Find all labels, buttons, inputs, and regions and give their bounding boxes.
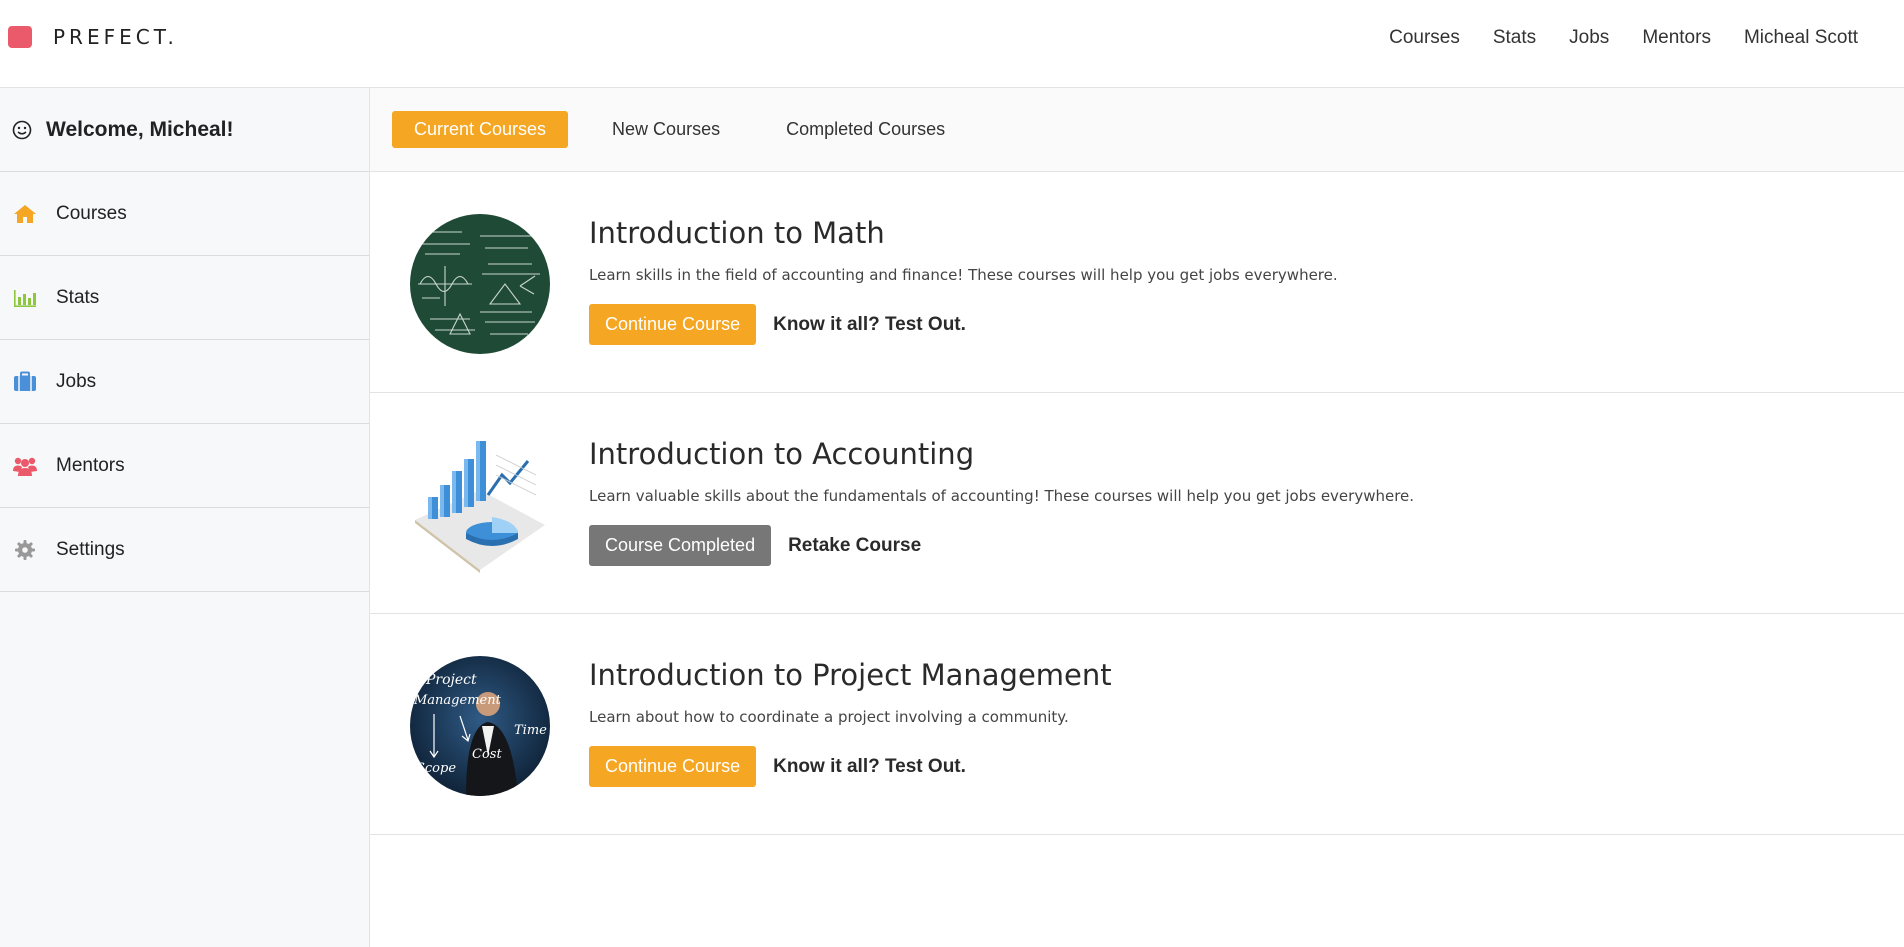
sidebar-item-label: Mentors [56,454,125,476]
course-info: Introduction to Math Learn skills in the… [589,216,1338,345]
gear-icon [12,538,38,562]
course-info: Introduction to Project Management Learn… [589,658,1112,787]
sidebar-item-label: Stats [56,286,100,308]
users-icon [12,454,38,478]
sidebar-item-stats[interactable]: Stats [0,256,369,340]
thumb-word-time: Time [514,723,547,738]
test-out-link[interactable]: Know it all? Test Out. [773,314,966,336]
sidebar-item-settings[interactable]: Settings [0,508,369,592]
course-description: Learn about how to coordinate a project … [589,708,1069,726]
test-out-link[interactable]: Know it all? Test Out. [773,756,966,778]
sidebar-item-label: Jobs [56,370,97,392]
tab-completed-courses[interactable]: Completed Courses [764,111,967,148]
home-icon [12,202,38,226]
course-description: Learn valuable skills about the fundamen… [589,487,1415,505]
top-nav: Courses Stats Jobs Mentors Micheal Scott [1389,27,1858,49]
course-description: Learn skills in the field of accounting … [589,266,1338,284]
math-chalkboard-thumbnail [410,214,550,354]
course-tabs: Current Courses New Courses Completed Co… [370,88,1904,172]
continue-course-button[interactable]: Continue Course [589,304,757,345]
course-card-math: Introduction to Math Learn skills in the… [370,172,1904,393]
briefcase-icon [12,370,38,394]
topnav-user-menu[interactable]: Micheal Scott [1744,27,1858,49]
welcome-text: Welcome, Micheal! [46,117,234,141]
sidebar-item-label: Settings [56,538,125,560]
course-title[interactable]: Introduction to Project Management [589,658,1112,692]
course-title[interactable]: Introduction to Math [589,216,1338,250]
course-actions: Continue Course Know it all? Test Out. [589,746,1112,787]
course-info: Introduction to Accounting Learn valuabl… [589,437,1414,566]
smiley-icon [12,120,32,140]
thumb-word-cost: Cost [472,747,502,762]
sidebar: Welcome, Micheal! Courses Stats Jobs Men… [0,88,370,947]
sidebar-item-label: Courses [56,202,127,224]
bar-chart-icon [12,286,38,310]
thumb-word-management: Management [413,693,502,708]
sidebar-item-mentors[interactable]: Mentors [0,424,369,508]
top-navbar: PREFECT. Courses Stats Jobs Mentors Mich… [0,0,1904,88]
course-title[interactable]: Introduction to Accounting [589,437,1414,471]
tab-new-courses[interactable]: New Courses [590,111,742,148]
sidebar-item-jobs[interactable]: Jobs [0,340,369,424]
thumb-word-scope: Scope [416,761,456,776]
accounting-chart-thumbnail [410,435,550,575]
brand-name[interactable]: PREFECT. [53,25,178,49]
sidebar-item-courses[interactable]: Courses [0,172,369,256]
course-card-project-management: Project Management Time Cost Scope Intro… [370,614,1904,835]
topnav-jobs[interactable]: Jobs [1569,27,1609,49]
topnav-stats[interactable]: Stats [1493,27,1536,49]
welcome-panel: Welcome, Micheal! [0,88,369,172]
topnav-mentors[interactable]: Mentors [1642,27,1711,49]
topnav-courses[interactable]: Courses [1389,27,1460,49]
continue-course-button[interactable]: Continue Course [589,746,757,787]
main-content: Current Courses New Courses Completed Co… [370,88,1904,947]
tab-current-courses[interactable]: Current Courses [392,111,569,148]
course-actions: Continue Course Know it all? Test Out. [589,304,1338,345]
brand-logo-icon[interactable] [8,26,32,48]
course-completed-button[interactable]: Course Completed [589,525,772,566]
project-management-thumbnail: Project Management Time Cost Scope [410,656,550,796]
thumb-word-project: Project [425,672,477,688]
course-actions: Course Completed Retake Course [589,525,1414,566]
course-card-accounting: Introduction to Accounting Learn valuabl… [370,393,1904,614]
retake-course-link[interactable]: Retake Course [788,535,921,557]
